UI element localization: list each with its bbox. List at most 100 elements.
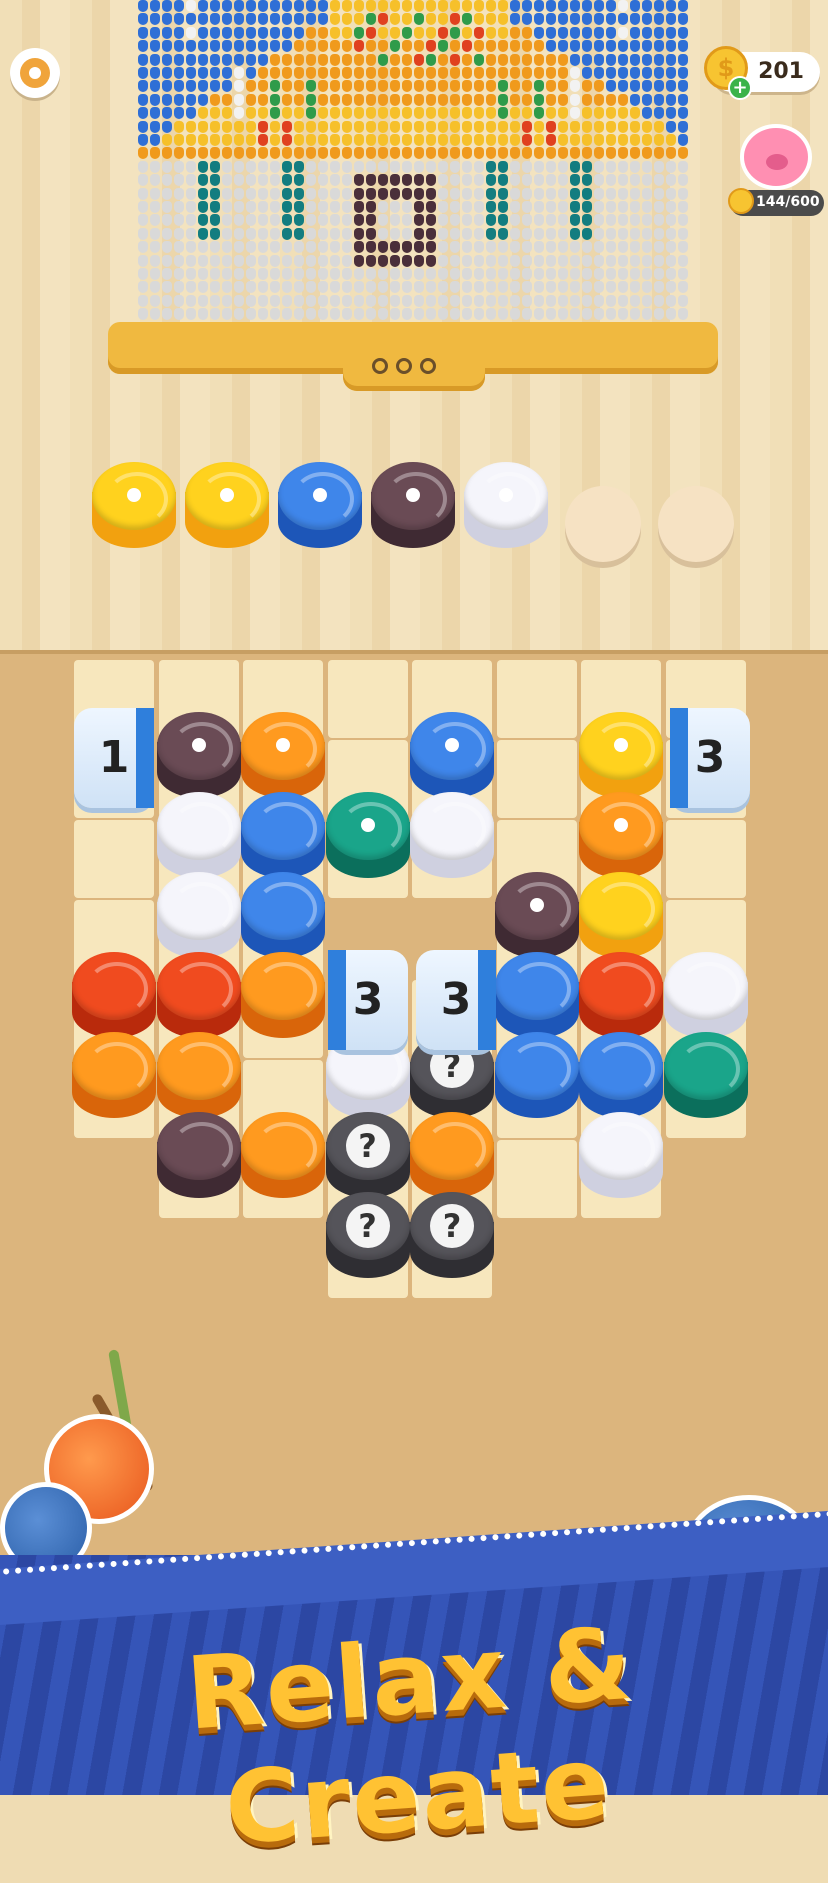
stitch <box>630 281 640 294</box>
spool-white[interactable] <box>579 1112 663 1200</box>
stitch <box>534 0 544 12</box>
stitch <box>510 80 520 93</box>
spool-red[interactable] <box>156 952 241 1040</box>
stitch <box>318 67 328 79</box>
stitch <box>546 120 556 133</box>
spool-orange[interactable] <box>241 712 325 800</box>
stitch <box>606 308 616 321</box>
stitch <box>222 0 232 12</box>
spool-blue[interactable] <box>494 1032 579 1120</box>
spool-brown[interactable] <box>371 462 455 550</box>
stitch <box>534 254 544 267</box>
spool-white[interactable] <box>156 792 241 880</box>
locked-tile[interactable]: 1 <box>74 708 154 808</box>
stitch <box>486 160 496 173</box>
stitch <box>378 80 388 93</box>
stitch <box>414 134 424 146</box>
stitch <box>654 93 664 106</box>
stitch <box>546 13 556 26</box>
stitch <box>426 26 436 39</box>
stitch <box>606 93 616 106</box>
stitch <box>450 308 460 321</box>
spool-orange[interactable] <box>156 1032 241 1120</box>
spool-white[interactable] <box>156 872 241 960</box>
spool-blue[interactable] <box>410 712 494 800</box>
stitch <box>390 187 400 200</box>
stitch <box>414 93 424 106</box>
stitch <box>426 134 436 146</box>
spool-orange[interactable] <box>241 1112 325 1200</box>
stitch <box>666 80 676 93</box>
spool-blue[interactable] <box>278 462 362 550</box>
settings-button[interactable] <box>10 48 60 98</box>
stitch <box>426 174 436 187</box>
stitch <box>198 187 208 200</box>
stitch <box>534 40 544 53</box>
tapestry-canvas <box>138 0 690 350</box>
spool-blue[interactable] <box>241 792 325 880</box>
spool-brown[interactable] <box>156 712 241 800</box>
stitch <box>678 26 688 39</box>
stitch <box>354 134 364 146</box>
stitch <box>426 80 436 93</box>
mystery-spool[interactable]: ? <box>325 1192 410 1280</box>
spool-white[interactable] <box>410 792 494 880</box>
stitch <box>618 160 628 173</box>
stitch <box>426 294 436 307</box>
stitch <box>150 241 160 254</box>
spool-orange[interactable] <box>579 792 663 880</box>
stitch <box>618 120 628 133</box>
stitch <box>582 281 592 294</box>
spool-yellow[interactable] <box>579 712 663 800</box>
spool-orange[interactable] <box>241 952 325 1040</box>
stitch <box>354 53 364 66</box>
stitch <box>498 147 508 160</box>
spool-blue[interactable] <box>241 872 325 960</box>
stitch <box>162 227 172 240</box>
spool-yellow[interactable] <box>579 872 663 960</box>
stitch <box>666 40 676 53</box>
stitch <box>402 268 412 280</box>
spool-brown[interactable] <box>494 872 579 960</box>
stitch <box>642 294 652 307</box>
stitch <box>654 268 664 280</box>
spool-yellow[interactable] <box>185 462 269 550</box>
stitch <box>378 67 388 79</box>
spool-green[interactable] <box>325 792 410 880</box>
spool-yellow[interactable] <box>92 462 176 550</box>
spool-white[interactable] <box>663 952 748 1040</box>
spool-red[interactable] <box>72 952 156 1040</box>
spool-brown[interactable] <box>156 1112 241 1200</box>
piggy-bank-icon[interactable] <box>740 124 812 190</box>
stitch <box>474 254 484 267</box>
stitch <box>486 227 496 240</box>
stitch <box>678 201 688 213</box>
locked-tile[interactable]: 3 <box>416 950 496 1050</box>
stitch <box>498 120 508 133</box>
mystery-spool[interactable]: ? <box>325 1112 410 1200</box>
mystery-spool[interactable]: ? <box>410 1192 494 1280</box>
stitch <box>414 281 424 294</box>
stitch <box>594 294 604 307</box>
spool-orange[interactable] <box>410 1112 494 1200</box>
spool-green[interactable] <box>663 1032 748 1120</box>
add-coins-icon[interactable]: + <box>728 76 752 100</box>
stitch <box>510 147 520 160</box>
stitch <box>174 67 184 79</box>
spool-blue[interactable] <box>494 952 579 1040</box>
spool-orange[interactable] <box>72 1032 156 1120</box>
spool-white[interactable] <box>464 462 548 550</box>
stitch <box>138 201 148 213</box>
spool-red[interactable] <box>579 952 663 1040</box>
locked-tile[interactable]: 3 <box>670 708 750 808</box>
stitch <box>354 241 364 254</box>
spool-blue[interactable] <box>579 1032 663 1120</box>
stitch <box>282 134 292 146</box>
stitch <box>282 308 292 321</box>
stitch <box>534 308 544 321</box>
stitch <box>510 174 520 187</box>
stitch <box>498 160 508 173</box>
stitch <box>342 13 352 26</box>
locked-tile[interactable]: 3 <box>328 950 408 1050</box>
stitch <box>498 308 508 321</box>
